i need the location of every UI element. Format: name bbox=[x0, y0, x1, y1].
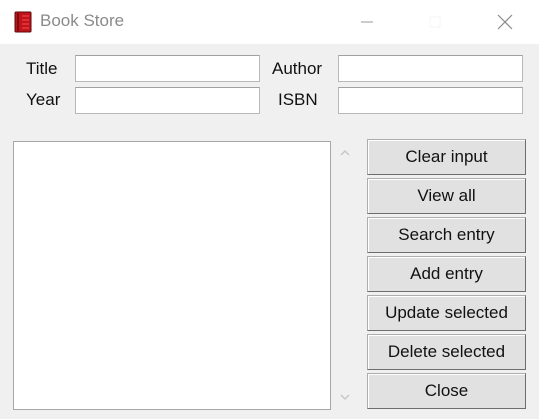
window-title: Book Store bbox=[40, 11, 125, 30]
delete-selected-button[interactable]: Delete selected bbox=[367, 334, 526, 370]
clear-input-button[interactable]: Clear input bbox=[367, 139, 526, 175]
view-all-button[interactable]: View all bbox=[367, 178, 526, 214]
close-button[interactable]: Close bbox=[367, 373, 526, 409]
author-input[interactable] bbox=[338, 55, 523, 82]
author-label: Author bbox=[272, 59, 323, 78]
close-icon bbox=[497, 14, 513, 30]
update-selected-button[interactable]: Update selected bbox=[367, 295, 526, 331]
maximize-icon bbox=[429, 16, 441, 28]
listbox-scrollbar[interactable] bbox=[331, 141, 359, 410]
title-bar[interactable]: Book Store bbox=[0, 0, 539, 44]
scroll-down-icon[interactable] bbox=[339, 391, 351, 403]
minimize-icon bbox=[361, 21, 373, 23]
isbn-label: ISBN bbox=[278, 90, 318, 109]
maximize-button[interactable] bbox=[412, 0, 458, 44]
book-icon bbox=[14, 11, 32, 33]
minimize-button[interactable] bbox=[344, 0, 390, 44]
isbn-input[interactable] bbox=[338, 87, 523, 114]
year-label: Year bbox=[26, 90, 61, 109]
title-input[interactable] bbox=[75, 55, 260, 82]
scroll-up-icon[interactable] bbox=[339, 147, 351, 159]
search-entry-button[interactable]: Search entry bbox=[367, 217, 526, 253]
year-input[interactable] bbox=[75, 87, 260, 114]
books-listbox[interactable] bbox=[13, 141, 331, 410]
title-label: Title bbox=[26, 59, 58, 78]
add-entry-button[interactable]: Add entry bbox=[367, 256, 526, 292]
close-window-button[interactable] bbox=[482, 0, 528, 44]
